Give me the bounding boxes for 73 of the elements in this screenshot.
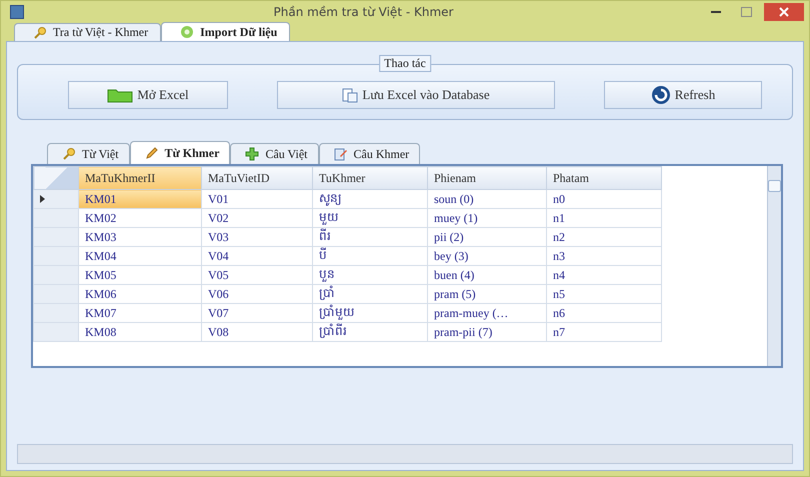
table-cell: KM05 (78, 266, 202, 284)
table-cell: V06 (202, 284, 312, 304)
plus-icon (245, 147, 260, 161)
tab[interactable]: Câu Việt (230, 143, 318, 164)
table-cell: n7 (546, 322, 662, 342)
action-button[interactable]: Mở Excel (68, 81, 228, 109)
tab[interactable]: Từ Việt (47, 143, 130, 164)
group-title: Thao tác (379, 55, 431, 72)
edit-icon (334, 147, 348, 161)
minimize-button[interactable] (711, 11, 721, 13)
scrollbar[interactable] (767, 166, 781, 366)
table-cell: V03 (202, 228, 312, 246)
column-header[interactable]: MaTuKhmerII (78, 166, 202, 190)
tab[interactable]: Tra từ Việt - Khmer (14, 23, 162, 41)
magnifier-icon (33, 26, 47, 40)
refresh-icon (650, 85, 671, 105)
table-cell: n6 (546, 304, 662, 322)
close-button[interactable] (764, 3, 804, 21)
table-cell: KM06 (78, 284, 202, 304)
table-cell: ប្រាំមួយ (312, 304, 428, 322)
maximize-button[interactable] (741, 7, 752, 17)
action-button[interactable]: Refresh (604, 81, 762, 109)
column-header[interactable]: Phienam (428, 166, 546, 190)
action-button[interactable]: Lưu Excel vào Database (277, 81, 555, 109)
table-cell: បួន (312, 266, 428, 284)
table-cell: V01 (202, 190, 312, 208)
document-icon (342, 87, 358, 103)
tab[interactable]: Từ Khmer (130, 141, 230, 164)
row-header[interactable] (34, 190, 78, 208)
grid-corner (34, 166, 78, 190)
tab[interactable]: Import Dữ liệu (161, 22, 290, 41)
column-header[interactable]: TuKhmer (312, 166, 428, 190)
table-cell: ប្រាំពីរ (312, 322, 428, 342)
table-cell: n2 (546, 228, 662, 246)
table-cell: bey (3) (428, 246, 546, 266)
pencil-icon (144, 146, 159, 160)
table-cell: n5 (546, 284, 662, 304)
table-cell: pram (5) (428, 284, 546, 304)
table-cell: n0 (546, 190, 662, 208)
close-icon (779, 7, 789, 17)
table-cell: pii (2) (428, 228, 546, 246)
table-cell: muey (1) (428, 208, 546, 228)
table-cell: KM02 (78, 208, 202, 228)
table-cell: KM07 (78, 304, 202, 322)
table-cell: KM01 (78, 190, 202, 208)
table-cell: ប្រាំ (312, 284, 428, 304)
table-cell: សូន្យ (312, 190, 428, 208)
column-header[interactable]: Phatam (546, 166, 662, 190)
table-cell: មួយ (312, 208, 428, 228)
current-row-icon (40, 194, 45, 202)
table-cell: V08 (202, 322, 312, 342)
tab[interactable]: Câu Khmer (318, 143, 420, 164)
table-cell: បី (312, 246, 428, 266)
window-title: Phần mềm tra từ Việt - Khmer (272, 5, 454, 19)
table-cell: V05 (202, 266, 312, 284)
column-header[interactable]: MaTuVietID (202, 166, 312, 190)
table-cell: KM03 (78, 228, 202, 246)
table-cell: ពីរ (312, 228, 428, 246)
table-cell: n1 (546, 208, 662, 228)
table-cell: pram-muey (… (428, 304, 546, 322)
table-cell: V02 (202, 208, 312, 228)
table-cell: KM08 (78, 322, 202, 342)
table-cell: V04 (202, 246, 312, 266)
table-cell: KM04 (78, 246, 202, 266)
magnifier-icon (62, 147, 76, 161)
table-cell: V07 (202, 304, 312, 322)
table-cell: buen (4) (428, 266, 546, 284)
table-cell: pram-pii (7) (428, 322, 546, 342)
table-cell: n3 (546, 246, 662, 266)
table-cell: n4 (546, 266, 662, 284)
app-icon (10, 5, 24, 19)
table-cell: soun (0) (428, 190, 546, 208)
folder-icon (107, 87, 134, 103)
